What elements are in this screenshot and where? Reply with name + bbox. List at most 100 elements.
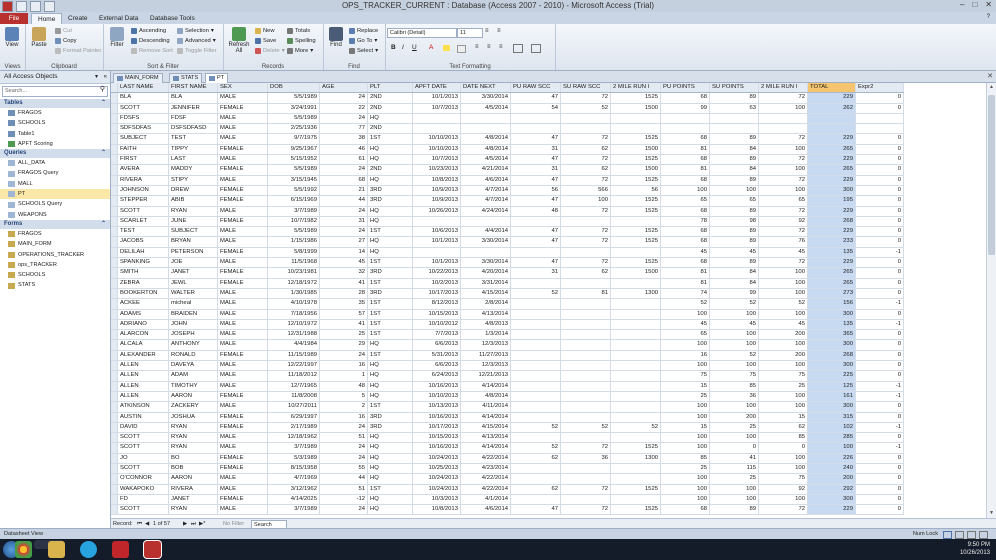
table-cell[interactable]: 10/24/2013 bbox=[412, 473, 461, 485]
table-cell[interactable]: 4/7/1969 bbox=[267, 473, 320, 485]
table-cell[interactable]: SCARLET bbox=[117, 216, 169, 228]
table-cell[interactable]: MALE bbox=[217, 329, 268, 341]
remove-sort-button[interactable]: Remove Sort bbox=[131, 48, 173, 54]
tab-file[interactable]: File bbox=[0, 13, 28, 24]
table-cell[interactable]: 72 bbox=[560, 133, 611, 145]
table-cell[interactable]: 9/25/1967 bbox=[267, 144, 320, 156]
table-cell[interactable]: 0 bbox=[855, 473, 904, 485]
table-cell[interactable]: 102 bbox=[807, 422, 856, 434]
table-cell[interactable] bbox=[560, 319, 611, 331]
table-cell[interactable]: 44 bbox=[319, 473, 368, 485]
table-cell[interactable]: 65 bbox=[709, 195, 759, 207]
table-cell[interactable]: -1 bbox=[855, 319, 904, 331]
table-cell[interactable] bbox=[660, 113, 710, 125]
table-cell[interactable]: 22 bbox=[319, 103, 368, 114]
fill-color-icon[interactable] bbox=[457, 45, 466, 53]
table-cell[interactable]: MALE bbox=[217, 360, 268, 372]
table-cell[interactable] bbox=[510, 494, 561, 506]
table-row[interactable]: SCOTT BOB FEMALE 8/15/1958 55 HQ 10/25/2013 4/2… bbox=[111, 463, 904, 475]
table-cell[interactable]: 32 bbox=[319, 267, 368, 279]
table-cell[interactable]: 229 bbox=[807, 504, 856, 516]
table-cell[interactable]: AARON bbox=[168, 391, 218, 403]
table-row[interactable]: BLA BLA MALE 5/5/1989 24 2ND 10/1/2013 3/30/201… bbox=[111, 92, 904, 104]
table-cell[interactable]: 81 bbox=[660, 278, 710, 289]
table-cell[interactable]: 100 bbox=[709, 484, 759, 495]
table-cell[interactable]: 100 bbox=[709, 185, 759, 197]
table-cell[interactable]: 100 bbox=[660, 432, 710, 444]
table-cell[interactable]: SUBJECT bbox=[168, 226, 218, 238]
table-cell[interactable]: 62 bbox=[758, 422, 808, 434]
table-cell[interactable]: 268 bbox=[807, 216, 856, 228]
table-cell[interactable]: 25 bbox=[709, 422, 759, 434]
table-cell[interactable]: 100 bbox=[758, 185, 808, 197]
table-cell[interactable]: 12/18/1972 bbox=[267, 278, 320, 289]
table-cell[interactable]: 75 bbox=[758, 473, 808, 485]
table-row[interactable]: JACOBS BRYAN MALE 1/15/1986 27 HQ 10/1/2013 3/3… bbox=[111, 236, 904, 248]
table-cell[interactable]: 100 bbox=[758, 401, 808, 413]
table-row[interactable]: SPANKING JOE MALE 11/5/1968 45 1ST 10/1/2013 3/… bbox=[111, 257, 904, 269]
table-cell[interactable]: 72 bbox=[758, 226, 808, 238]
table-cell[interactable]: 12/21/2013 bbox=[460, 370, 511, 382]
table-cell[interactable]: 56 bbox=[510, 185, 561, 197]
table-cell[interactable]: MALE bbox=[217, 381, 268, 392]
table-cell[interactable]: 52 bbox=[709, 350, 759, 362]
table-cell[interactable]: 0 bbox=[855, 339, 904, 351]
table-cell[interactable]: 10/16/2013 bbox=[412, 381, 461, 392]
table-cell[interactable]: 68 bbox=[660, 257, 710, 269]
table-cell[interactable]: JACOBS bbox=[117, 236, 169, 248]
table-cell[interactable]: 51 bbox=[319, 484, 368, 495]
table-cell[interactable]: 1/30/1985 bbox=[267, 288, 320, 300]
table-cell[interactable]: 100 bbox=[758, 391, 808, 403]
table-cell[interactable]: 72 bbox=[560, 504, 611, 516]
table-cell[interactable]: 89 bbox=[709, 257, 759, 269]
table-cell[interactable]: 10/23/1981 bbox=[267, 267, 320, 279]
table-row[interactable]: ALLEN TIMOTHY MALE 12/7/1965 48 HQ 10/16/2013 4… bbox=[111, 381, 904, 392]
table-cell[interactable]: SCOTT bbox=[117, 442, 169, 454]
toggle-filter-button[interactable]: Toggle Filter bbox=[177, 48, 217, 54]
table-row[interactable]: ALLEN DAVEYA MALE 12/22/1997 16 HQ 6/6/2013 12/… bbox=[111, 360, 904, 372]
table-cell[interactable]: 72 bbox=[560, 175, 611, 186]
table-cell[interactable]: HQ bbox=[367, 453, 413, 464]
table-cell[interactable]: 10/27/2011 bbox=[267, 401, 320, 413]
table-cell[interactable]: 45 bbox=[660, 247, 710, 259]
spelling-button[interactable]: Spelling bbox=[287, 38, 316, 44]
table-cell[interactable]: 4/15/2014 bbox=[460, 422, 511, 434]
table-cell[interactable]: 89 bbox=[709, 175, 759, 186]
cut-button[interactable]: Cut bbox=[55, 28, 72, 34]
table-cell[interactable]: 10/22/2013 bbox=[412, 267, 461, 279]
align-left-icon[interactable]: ≡ bbox=[475, 44, 479, 50]
table-cell[interactable]: 52 bbox=[610, 422, 661, 434]
table-cell[interactable]: 7/18/1956 bbox=[267, 309, 320, 320]
table-cell[interactable] bbox=[460, 113, 511, 125]
table-cell[interactable]: 5/5/1992 bbox=[267, 185, 320, 197]
column-header[interactable]: TOTAL bbox=[807, 83, 856, 94]
nav-item-table-apft-scoring[interactable]: APFT Scoring bbox=[0, 139, 110, 149]
table-cell[interactable]: 12/10/1972 bbox=[267, 319, 320, 331]
table-cell[interactable]: 0 bbox=[855, 463, 904, 475]
goto-button[interactable]: Go To ▾ bbox=[349, 38, 377, 44]
table-cell[interactable]: 11/15/1989 bbox=[267, 350, 320, 362]
table-cell[interactable]: 72 bbox=[560, 206, 611, 217]
nav-section-forms[interactable]: Forms ⌃ bbox=[0, 219, 110, 229]
table-cell[interactable]: 12/18/1962 bbox=[267, 432, 320, 444]
table-cell[interactable]: 4/14/2014 bbox=[460, 442, 511, 454]
table-cell[interactable]: 72 bbox=[758, 154, 808, 166]
table-cell[interactable]: 0 bbox=[855, 206, 904, 217]
table-cell[interactable]: 0 bbox=[855, 453, 904, 464]
table-cell[interactable]: FEMALE bbox=[217, 453, 268, 464]
table-cell[interactable]: 10/1/2013 bbox=[412, 92, 461, 104]
table-cell[interactable]: 135 bbox=[807, 247, 856, 259]
table-cell[interactable]: 300 bbox=[807, 360, 856, 372]
table-cell[interactable]: MADDY bbox=[168, 164, 218, 176]
table-cell[interactable]: 8/12/2013 bbox=[412, 298, 461, 310]
table-cell[interactable] bbox=[560, 412, 611, 423]
table-cell[interactable]: 0 bbox=[855, 432, 904, 444]
table-cell[interactable]: 4/24/2014 bbox=[460, 206, 511, 217]
table-cell[interactable]: 47 bbox=[510, 195, 561, 207]
table-cell[interactable]: 2ND bbox=[367, 123, 413, 135]
table-cell[interactable]: STEPPER bbox=[117, 195, 169, 207]
table-cell[interactable]: 1500 bbox=[610, 144, 661, 156]
table-cell[interactable]: 233 bbox=[807, 236, 856, 248]
table-cell[interactable]: 3RD bbox=[367, 267, 413, 279]
table-cell[interactable]: 10/7/1982 bbox=[267, 216, 320, 228]
